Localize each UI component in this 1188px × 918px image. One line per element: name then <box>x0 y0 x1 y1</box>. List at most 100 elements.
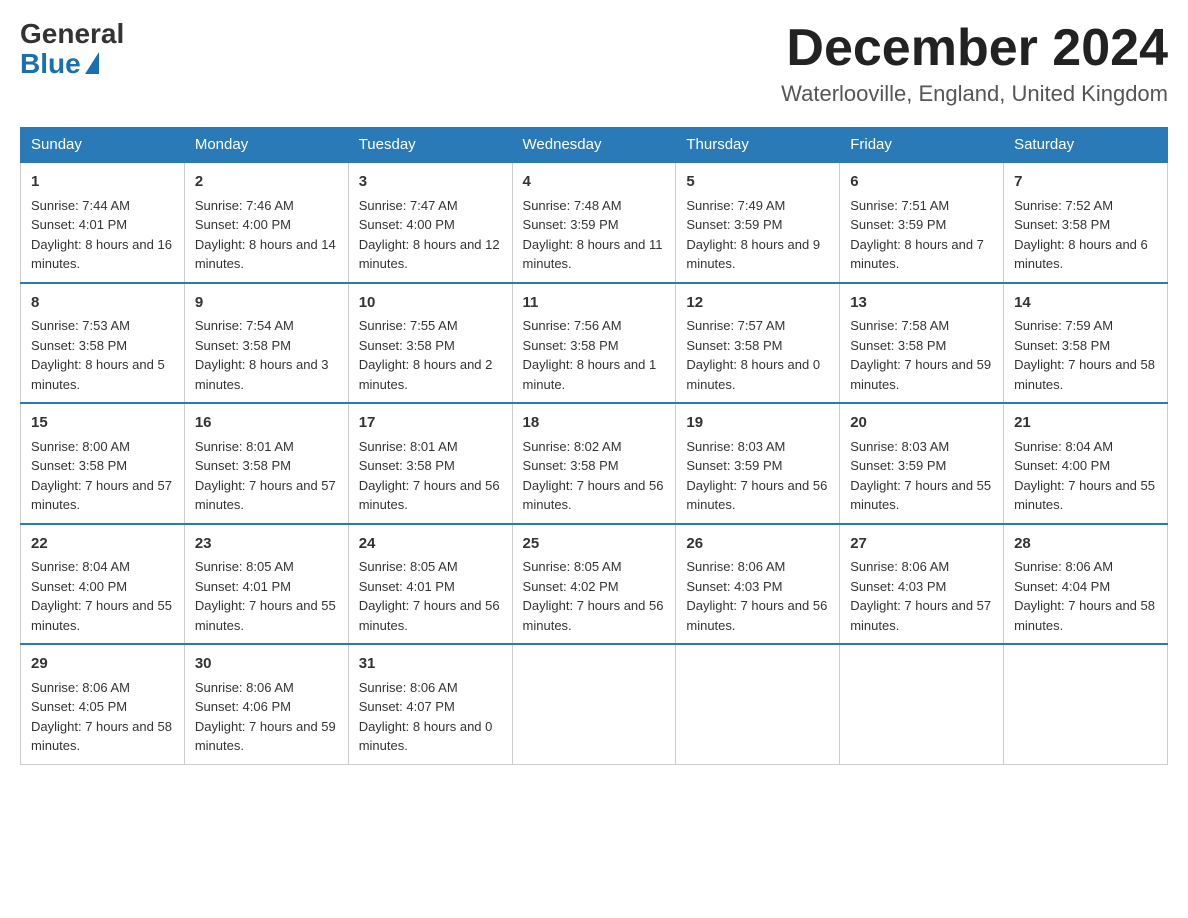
day-number: 5 <box>686 171 829 194</box>
logo: General Blue <box>20 20 124 80</box>
calendar-cell: 29 Sunrise: 8:06 AMSunset: 4:05 PMDaylig… <box>21 644 185 764</box>
calendar-cell <box>840 644 1004 764</box>
day-number: 14 <box>1014 292 1157 315</box>
calendar-week-row: 8 Sunrise: 7:53 AMSunset: 3:58 PMDayligh… <box>21 283 1168 404</box>
calendar-cell: 3 Sunrise: 7:47 AMSunset: 4:00 PMDayligh… <box>348 162 512 283</box>
day-number: 25 <box>523 533 666 556</box>
day-info: Sunrise: 8:00 AMSunset: 3:58 PMDaylight:… <box>31 439 172 513</box>
calendar-cell: 16 Sunrise: 8:01 AMSunset: 3:58 PMDaylig… <box>184 403 348 524</box>
day-info: Sunrise: 7:57 AMSunset: 3:58 PMDaylight:… <box>686 318 820 392</box>
day-info: Sunrise: 7:55 AMSunset: 3:58 PMDaylight:… <box>359 318 493 392</box>
calendar-cell: 19 Sunrise: 8:03 AMSunset: 3:59 PMDaylig… <box>676 403 840 524</box>
calendar-cell: 23 Sunrise: 8:05 AMSunset: 4:01 PMDaylig… <box>184 524 348 645</box>
day-number: 6 <box>850 171 993 194</box>
calendar-cell: 22 Sunrise: 8:04 AMSunset: 4:00 PMDaylig… <box>21 524 185 645</box>
day-info: Sunrise: 8:03 AMSunset: 3:59 PMDaylight:… <box>686 439 827 513</box>
calendar-cell: 26 Sunrise: 8:06 AMSunset: 4:03 PMDaylig… <box>676 524 840 645</box>
calendar-cell: 11 Sunrise: 7:56 AMSunset: 3:58 PMDaylig… <box>512 283 676 404</box>
day-header-sunday: Sunday <box>21 128 185 163</box>
day-number: 9 <box>195 292 338 315</box>
day-header-wednesday: Wednesday <box>512 128 676 163</box>
title-block: December 2024 Waterlooville, England, Un… <box>781 20 1168 107</box>
day-number: 2 <box>195 171 338 194</box>
day-info: Sunrise: 8:02 AMSunset: 3:58 PMDaylight:… <box>523 439 664 513</box>
day-header-friday: Friday <box>840 128 1004 163</box>
calendar-cell: 31 Sunrise: 8:06 AMSunset: 4:07 PMDaylig… <box>348 644 512 764</box>
calendar-cell: 18 Sunrise: 8:02 AMSunset: 3:58 PMDaylig… <box>512 403 676 524</box>
day-number: 31 <box>359 653 502 676</box>
day-number: 19 <box>686 412 829 435</box>
location-subtitle: Waterlooville, England, United Kingdom <box>781 81 1168 107</box>
logo-triangle-icon <box>85 52 99 74</box>
calendar-cell: 20 Sunrise: 8:03 AMSunset: 3:59 PMDaylig… <box>840 403 1004 524</box>
calendar-header-row: SundayMondayTuesdayWednesdayThursdayFrid… <box>21 128 1168 163</box>
calendar-cell: 2 Sunrise: 7:46 AMSunset: 4:00 PMDayligh… <box>184 162 348 283</box>
day-number: 21 <box>1014 412 1157 435</box>
day-number: 1 <box>31 171 174 194</box>
calendar-table: SundayMondayTuesdayWednesdayThursdayFrid… <box>20 127 1168 765</box>
day-header-saturday: Saturday <box>1004 128 1168 163</box>
day-number: 8 <box>31 292 174 315</box>
day-info: Sunrise: 8:06 AMSunset: 4:03 PMDaylight:… <box>850 559 991 633</box>
calendar-cell: 27 Sunrise: 8:06 AMSunset: 4:03 PMDaylig… <box>840 524 1004 645</box>
day-info: Sunrise: 8:01 AMSunset: 3:58 PMDaylight:… <box>195 439 336 513</box>
day-info: Sunrise: 8:05 AMSunset: 4:01 PMDaylight:… <box>359 559 500 633</box>
calendar-week-row: 22 Sunrise: 8:04 AMSunset: 4:00 PMDaylig… <box>21 524 1168 645</box>
day-number: 17 <box>359 412 502 435</box>
day-info: Sunrise: 8:01 AMSunset: 3:58 PMDaylight:… <box>359 439 500 513</box>
day-number: 10 <box>359 292 502 315</box>
day-number: 26 <box>686 533 829 556</box>
day-number: 11 <box>523 292 666 315</box>
day-number: 7 <box>1014 171 1157 194</box>
calendar-cell: 7 Sunrise: 7:52 AMSunset: 3:58 PMDayligh… <box>1004 162 1168 283</box>
day-info: Sunrise: 7:51 AMSunset: 3:59 PMDaylight:… <box>850 198 984 272</box>
calendar-cell <box>1004 644 1168 764</box>
day-number: 23 <box>195 533 338 556</box>
day-info: Sunrise: 8:05 AMSunset: 4:01 PMDaylight:… <box>195 559 336 633</box>
calendar-cell: 13 Sunrise: 7:58 AMSunset: 3:58 PMDaylig… <box>840 283 1004 404</box>
day-info: Sunrise: 7:49 AMSunset: 3:59 PMDaylight:… <box>686 198 820 272</box>
day-number: 27 <box>850 533 993 556</box>
day-number: 16 <box>195 412 338 435</box>
calendar-week-row: 15 Sunrise: 8:00 AMSunset: 3:58 PMDaylig… <box>21 403 1168 524</box>
calendar-cell: 12 Sunrise: 7:57 AMSunset: 3:58 PMDaylig… <box>676 283 840 404</box>
calendar-week-row: 1 Sunrise: 7:44 AMSunset: 4:01 PMDayligh… <box>21 162 1168 283</box>
logo-blue-text: Blue <box>20 48 99 80</box>
day-number: 18 <box>523 412 666 435</box>
day-info: Sunrise: 7:47 AMSunset: 4:00 PMDaylight:… <box>359 198 500 272</box>
calendar-cell <box>676 644 840 764</box>
day-number: 24 <box>359 533 502 556</box>
day-number: 30 <box>195 653 338 676</box>
day-header-tuesday: Tuesday <box>348 128 512 163</box>
calendar-cell: 28 Sunrise: 8:06 AMSunset: 4:04 PMDaylig… <box>1004 524 1168 645</box>
day-info: Sunrise: 8:04 AMSunset: 4:00 PMDaylight:… <box>1014 439 1155 513</box>
day-info: Sunrise: 7:52 AMSunset: 3:58 PMDaylight:… <box>1014 198 1148 272</box>
calendar-cell: 10 Sunrise: 7:55 AMSunset: 3:58 PMDaylig… <box>348 283 512 404</box>
month-year-title: December 2024 <box>781 20 1168 77</box>
calendar-cell: 8 Sunrise: 7:53 AMSunset: 3:58 PMDayligh… <box>21 283 185 404</box>
calendar-cell: 14 Sunrise: 7:59 AMSunset: 3:58 PMDaylig… <box>1004 283 1168 404</box>
day-number: 13 <box>850 292 993 315</box>
day-info: Sunrise: 8:04 AMSunset: 4:00 PMDaylight:… <box>31 559 172 633</box>
day-info: Sunrise: 7:53 AMSunset: 3:58 PMDaylight:… <box>31 318 165 392</box>
day-number: 15 <box>31 412 174 435</box>
day-number: 29 <box>31 653 174 676</box>
day-info: Sunrise: 7:54 AMSunset: 3:58 PMDaylight:… <box>195 318 329 392</box>
day-info: Sunrise: 8:05 AMSunset: 4:02 PMDaylight:… <box>523 559 664 633</box>
day-info: Sunrise: 7:59 AMSunset: 3:58 PMDaylight:… <box>1014 318 1155 392</box>
calendar-cell: 4 Sunrise: 7:48 AMSunset: 3:59 PMDayligh… <box>512 162 676 283</box>
calendar-cell: 17 Sunrise: 8:01 AMSunset: 3:58 PMDaylig… <box>348 403 512 524</box>
calendar-cell: 9 Sunrise: 7:54 AMSunset: 3:58 PMDayligh… <box>184 283 348 404</box>
day-number: 12 <box>686 292 829 315</box>
day-number: 4 <box>523 171 666 194</box>
day-info: Sunrise: 8:03 AMSunset: 3:59 PMDaylight:… <box>850 439 991 513</box>
day-info: Sunrise: 7:44 AMSunset: 4:01 PMDaylight:… <box>31 198 172 272</box>
day-number: 28 <box>1014 533 1157 556</box>
calendar-cell: 25 Sunrise: 8:05 AMSunset: 4:02 PMDaylig… <box>512 524 676 645</box>
calendar-cell: 6 Sunrise: 7:51 AMSunset: 3:59 PMDayligh… <box>840 162 1004 283</box>
day-header-monday: Monday <box>184 128 348 163</box>
calendar-cell: 1 Sunrise: 7:44 AMSunset: 4:01 PMDayligh… <box>21 162 185 283</box>
day-info: Sunrise: 7:48 AMSunset: 3:59 PMDaylight:… <box>523 198 663 272</box>
day-info: Sunrise: 8:06 AMSunset: 4:03 PMDaylight:… <box>686 559 827 633</box>
day-number: 3 <box>359 171 502 194</box>
